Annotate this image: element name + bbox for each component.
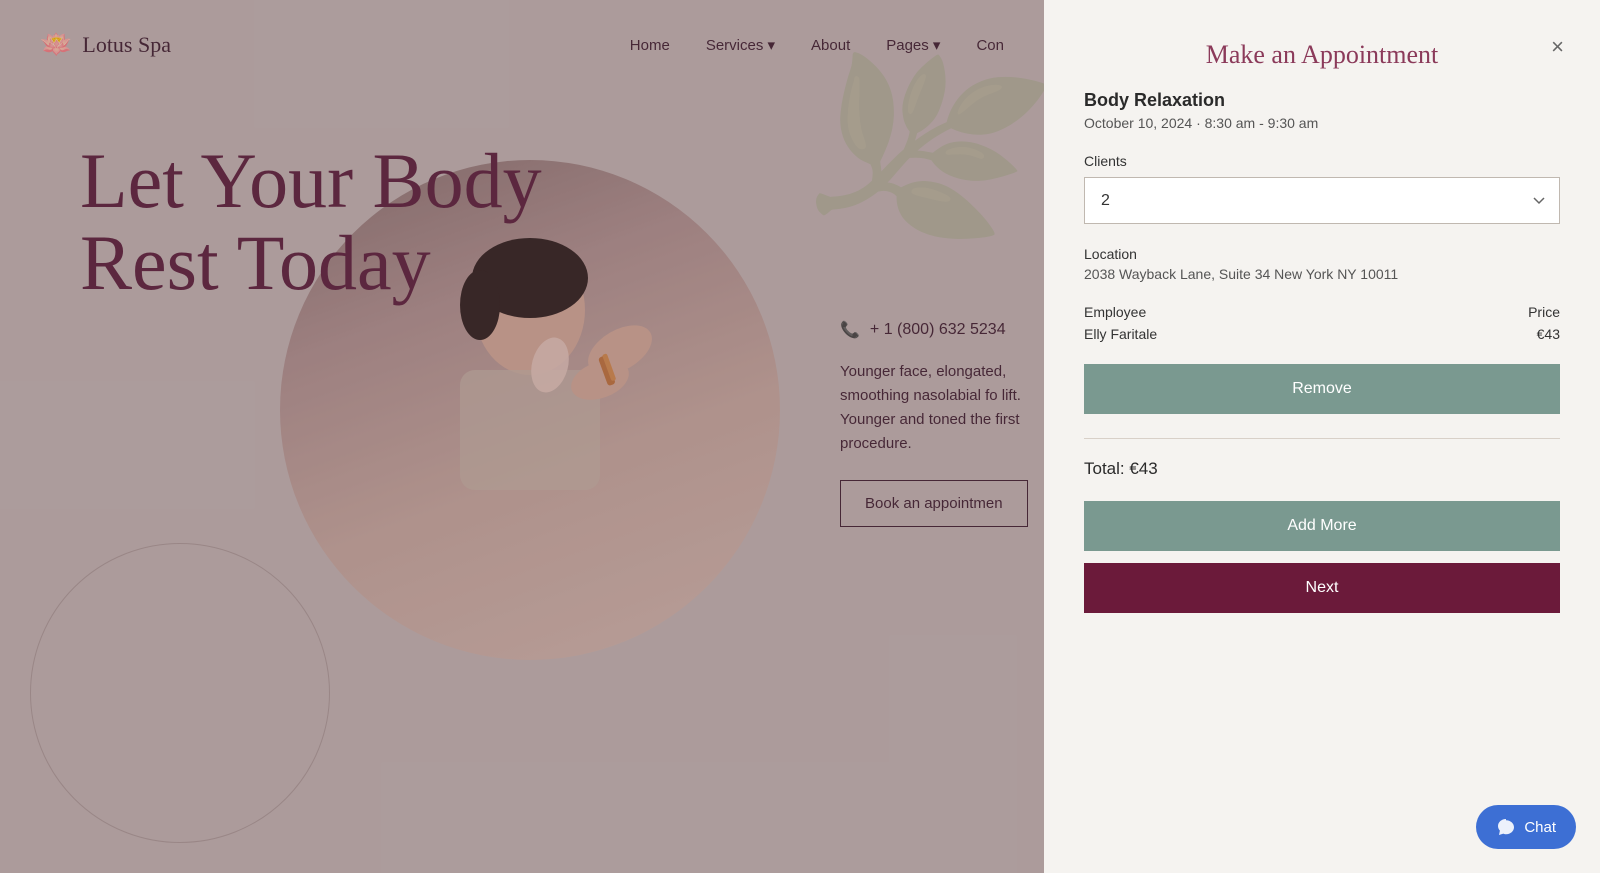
close-button[interactable]: × <box>1551 36 1564 58</box>
chat-bubble-icon <box>1497 818 1515 836</box>
clients-label: Clients <box>1084 153 1560 169</box>
location-address: 2038 Wayback Lane, Suite 34 New York NY … <box>1084 266 1560 282</box>
chat-label: Chat <box>1524 819 1556 836</box>
panel-header: Make an Appointment × <box>1044 0 1600 90</box>
location-label: Location <box>1084 246 1560 262</box>
employee-name: Elly Faritale <box>1084 326 1157 342</box>
chat-icon <box>1496 817 1516 837</box>
price-value: €43 <box>1537 326 1560 342</box>
dim-overlay <box>0 0 1044 873</box>
appointment-panel: Make an Appointment × Body Relaxation Oc… <box>1044 0 1600 873</box>
employee-label: Employee <box>1084 304 1146 320</box>
total-label: Total: €43 <box>1084 459 1560 479</box>
chat-button[interactable]: Chat <box>1476 805 1576 849</box>
panel-body: Body Relaxation October 10, 2024 · 8:30 … <box>1044 90 1600 873</box>
panel-title: Make an Appointment <box>1206 40 1439 70</box>
next-button[interactable]: Next <box>1084 563 1560 613</box>
remove-button[interactable]: Remove <box>1084 364 1560 414</box>
employee-price-header: Employee Price <box>1084 304 1560 320</box>
clients-select[interactable]: 1 2 3 4 5 <box>1084 177 1560 224</box>
price-label: Price <box>1528 304 1560 320</box>
employee-price-values: Elly Faritale €43 <box>1084 326 1560 342</box>
divider <box>1084 438 1560 439</box>
service-name: Body Relaxation <box>1084 90 1560 111</box>
service-datetime: October 10, 2024 · 8:30 am - 9:30 am <box>1084 115 1560 131</box>
add-more-button[interactable]: Add More <box>1084 501 1560 551</box>
